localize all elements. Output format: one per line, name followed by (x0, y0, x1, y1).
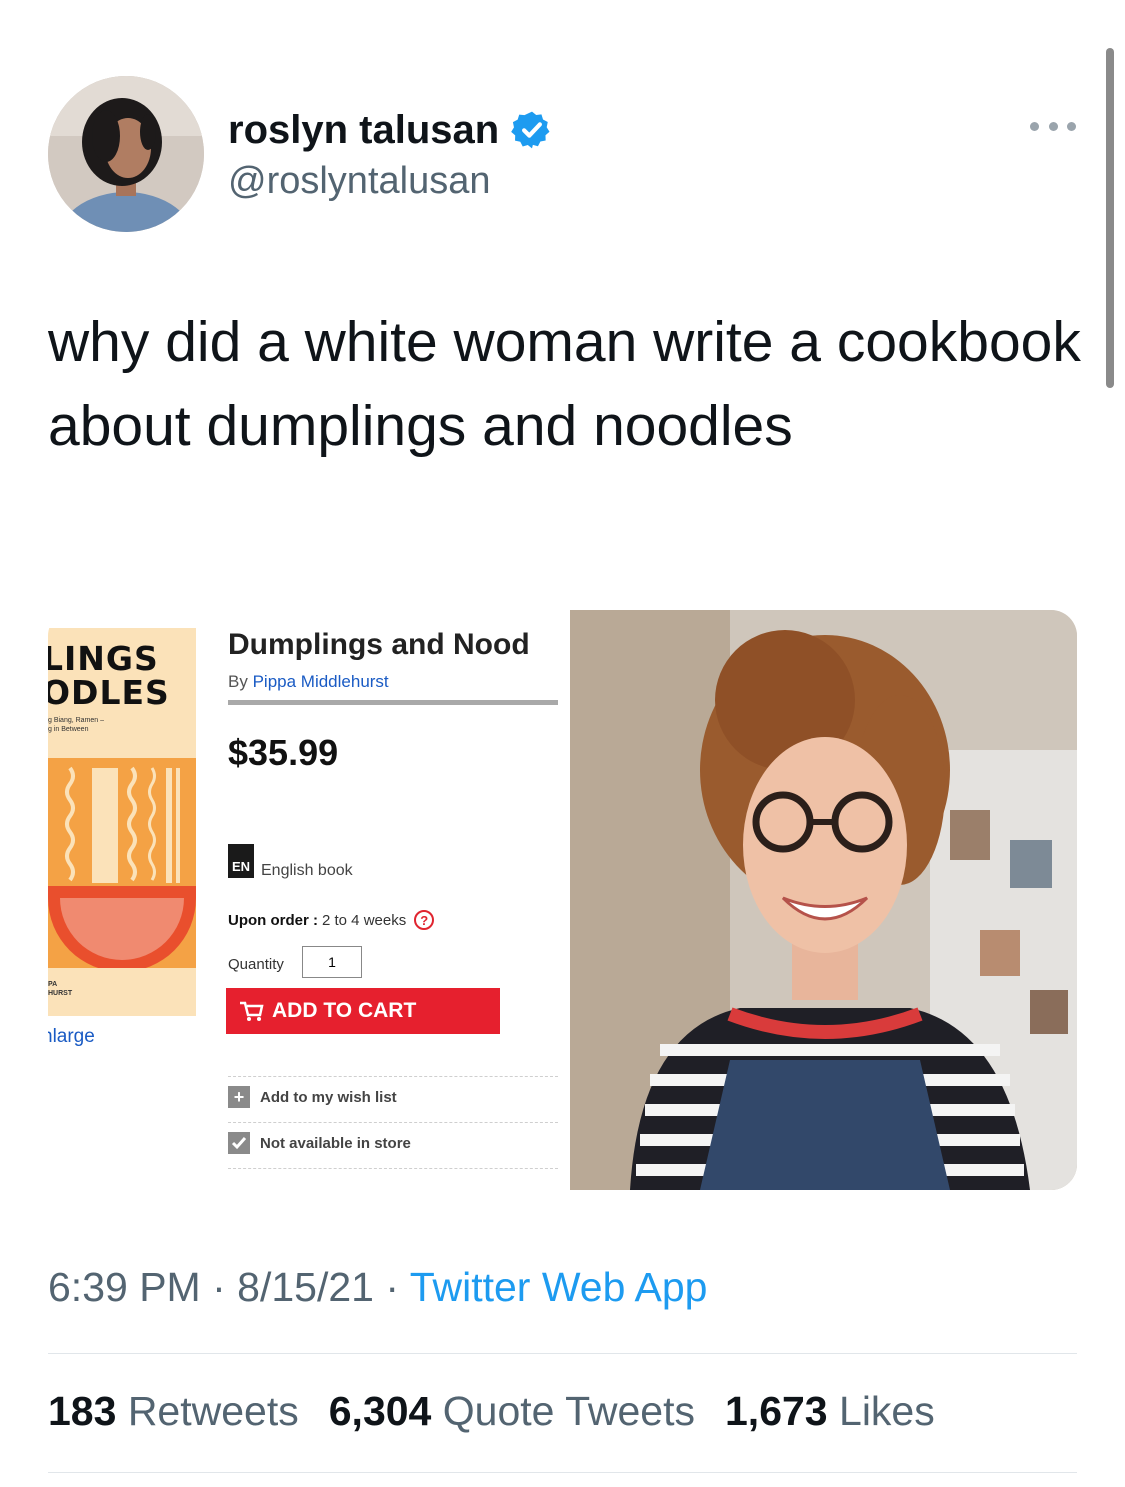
divider (48, 1353, 1077, 1354)
user-name-row[interactable]: roslyn talusan (228, 104, 553, 156)
likes-count: 1,673 (725, 1388, 828, 1434)
availability-row: Upon order : 2 to 4 weeks ? (228, 910, 435, 930)
author-photo[interactable] (570, 610, 1077, 1190)
enlarge-link[interactable]: nlarge (48, 1026, 95, 1048)
tweet-source-link[interactable]: Twitter Web App (410, 1264, 708, 1310)
dashed-divider (228, 1122, 558, 1123)
tweet-metadata: 6:39 PM · 8/15/21 · Twitter Web App (48, 1264, 707, 1311)
scrollbar[interactable] (1106, 48, 1114, 388)
author-link[interactable]: Pippa Middlehurst (253, 672, 389, 691)
product-screenshot[interactable]: LINGS ODLES g Biang, Ramen – g in Betwee… (48, 610, 566, 1190)
likes-stat[interactable]: 1,673 Likes (725, 1388, 935, 1435)
quote-tweets-label: Quote Tweets (442, 1388, 695, 1434)
meta-separator: · (212, 1264, 226, 1310)
quote-tweets-count: 6,304 (328, 1388, 432, 1434)
checkmark-icon (228, 1132, 250, 1154)
tweet-text: why did a white woman write a cookbook a… (48, 310, 1081, 458)
divider (48, 1472, 1077, 1473)
plus-icon: + (228, 1086, 250, 1108)
by-label: By (228, 672, 248, 691)
avatar-image (48, 76, 204, 232)
retweets-stat[interactable]: 183 Retweets (48, 1388, 299, 1435)
meta-separator: · (385, 1264, 400, 1310)
tweet-time[interactable]: 6:39 PM (48, 1264, 201, 1310)
tweet-media[interactable]: LINGS ODLES g Biang, Ramen – g in Betwee… (48, 610, 1077, 1190)
cart-icon (240, 1001, 264, 1021)
help-icon[interactable]: ? (414, 910, 435, 930)
add-to-cart-button[interactable]: ADD TO CART (226, 988, 500, 1034)
likes-label: Likes (839, 1388, 935, 1434)
dashed-divider (228, 1168, 558, 1169)
tweet-stats: 183 Retweets 6,304 Quote Tweets 1,673 Li… (48, 1388, 965, 1435)
more-options-icon[interactable] (1030, 112, 1076, 140)
language-label: English book (261, 862, 353, 879)
wishlist-link[interactable]: + Add to my wish list (228, 1086, 397, 1108)
quantity-input[interactable] (302, 946, 362, 978)
store-availability: Not available in store (228, 1132, 411, 1154)
order-value: 2 to 4 weeks (322, 911, 407, 929)
dashed-divider (228, 1076, 558, 1077)
book-cover-subtitle: g Biang, Ramen – g in Between (48, 717, 105, 733)
quantity-label: Quantity (228, 956, 284, 973)
language-book-icon: EN (228, 844, 254, 878)
add-to-cart-label: ADD TO CART (272, 999, 417, 1022)
book-cover-image: LINGS ODLES g Biang, Ramen – g in Betwee… (48, 628, 196, 1016)
retweets-count: 183 (48, 1388, 117, 1434)
product-title: Dumplings and Nood (228, 628, 530, 661)
book-cover-title: LINGS ODLES (48, 639, 170, 712)
tweet-date[interactable]: 8/15/21 (237, 1264, 374, 1310)
retweets-label: Retweets (127, 1388, 299, 1434)
book-cover-author: PA HURST (48, 981, 73, 997)
order-label: Upon order : (228, 911, 318, 929)
store-label: Not available in store (260, 1134, 411, 1152)
avatar[interactable] (48, 76, 204, 232)
quote-tweets-stat[interactable]: 6,304 Quote Tweets (329, 1388, 695, 1435)
display-name[interactable]: roslyn talusan (228, 108, 499, 153)
wishlist-label: Add to my wish list (260, 1088, 397, 1106)
product-price: $35.99 (228, 732, 339, 773)
verified-badge-icon (511, 111, 550, 149)
product-author-row: By Pippa Middlehurst (228, 672, 389, 692)
divider-bar (228, 700, 558, 705)
user-handle[interactable]: @roslyntalusan (228, 160, 490, 203)
author-photo-image (570, 610, 1077, 1190)
